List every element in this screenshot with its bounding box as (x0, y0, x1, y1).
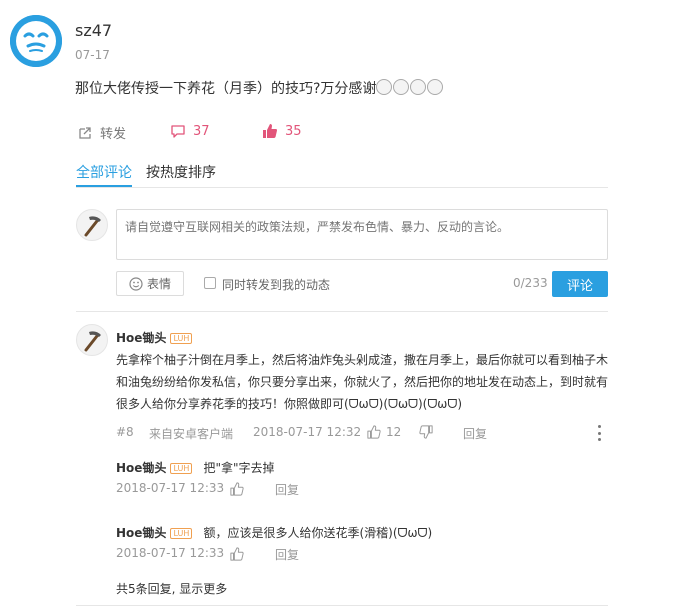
sync-repost-checkbox[interactable] (204, 277, 216, 289)
composer-divider (76, 311, 608, 312)
post-text: 那位大佬传授一下养花（月季）的技巧?万分感谢 (75, 78, 444, 98)
level-badge: LUH (170, 333, 193, 344)
post-date: 07-17 (75, 48, 110, 62)
more-options-icon[interactable] (596, 425, 602, 441)
avatar-face-icon (10, 15, 62, 67)
bottom-divider (76, 605, 608, 606)
repost-label: 转发 (100, 127, 127, 142)
user-avatar[interactable] (10, 15, 62, 67)
like-count: 35 (285, 123, 302, 139)
active-tab-indicator (76, 185, 132, 187)
comment-body: 先拿榨个柚子汁倒在月季上，然后将油炸兔头剁成渣，撒在月季上，最后你就可以看到柚子… (116, 353, 609, 411)
comment-source: 来自安卓客户端 (149, 427, 234, 441)
reply-time: 2018-07-17 12:33 (116, 546, 225, 560)
smiley-icon (129, 276, 143, 291)
emoji-icon (410, 79, 427, 95)
submit-comment-button[interactable]: 评论 (552, 271, 608, 297)
current-user-avatar (76, 209, 108, 241)
reply-like-button[interactable] (230, 546, 244, 565)
thumbs-down-icon (419, 425, 433, 439)
reply-time: 2018-07-17 12:33 (116, 481, 225, 495)
reply-text: 额，应该是很多人给你送花季(滑稽)(ᗜωᗜ) (203, 526, 433, 540)
emoji-icon (393, 79, 410, 95)
tabs-divider (76, 187, 608, 188)
reply-item: Hoe锄头 LUH 把"拿"字去掉 (116, 457, 275, 476)
comment-count: 37 (193, 123, 210, 139)
comment-reply-button[interactable]: 回复 (463, 425, 487, 442)
comment-time: 2018-07-17 12:32 (253, 425, 362, 439)
comment-input[interactable] (116, 209, 608, 260)
reply-text: 把"拿"字去掉 (203, 461, 275, 475)
emoji-icon (427, 79, 444, 95)
tab-all-comments[interactable]: 全部评论 (76, 162, 132, 182)
thumbs-up-icon (263, 124, 277, 138)
comment-author[interactable]: Hoe锄头 (116, 331, 166, 345)
post-text-content: 那位大佬传授一下养花（月季）的技巧?万分感谢 (75, 81, 377, 97)
hoe-icon (84, 331, 101, 352)
like-button[interactable]: 35 (262, 123, 302, 139)
reply-author[interactable]: Hoe锄头 (116, 461, 166, 475)
tab-sort-by-hot[interactable]: 按热度排序 (146, 162, 216, 182)
comment-like-count: 12 (386, 425, 402, 439)
show-more-replies-link[interactable]: 共5条回复, 显示更多 (116, 580, 227, 597)
comment-floor: #8 (116, 425, 134, 439)
post-username[interactable]: sz47 (75, 21, 112, 40)
emoji-label: 表情 (146, 277, 171, 291)
reply-author[interactable]: Hoe锄头 (116, 526, 166, 540)
thumbs-up-icon (230, 547, 244, 561)
level-badge: LUH (170, 463, 193, 474)
comment-dislike-button[interactable] (419, 425, 433, 442)
hoe-icon (84, 216, 101, 237)
commenter-avatar[interactable] (76, 324, 108, 356)
comment-button[interactable]: 37 (170, 123, 210, 139)
repost-button[interactable]: 转发 (77, 123, 126, 142)
emoji-button[interactable]: 表情 (116, 271, 184, 296)
comment-like-button[interactable]: 12 (367, 425, 401, 439)
thumbs-up-icon (230, 482, 244, 496)
emoji-icon (376, 79, 393, 95)
repost-icon (79, 126, 91, 139)
reply-like-button[interactable] (230, 481, 244, 500)
comment-header: Hoe锄头 LUH (116, 327, 193, 346)
reply-item: Hoe锄头 LUH 额，应该是很多人给你送花季(滑稽)(ᗜωᗜ) (116, 522, 432, 541)
reply-reply-button[interactable]: 回复 (275, 481, 299, 498)
sync-repost-label: 同时转发到我的动态 (222, 278, 331, 292)
char-counter: 0/233 (513, 276, 548, 290)
thumbs-up-icon (367, 425, 381, 439)
level-badge: LUH (170, 528, 193, 539)
comment-icon (171, 125, 185, 138)
reply-reply-button[interactable]: 回复 (275, 546, 299, 563)
